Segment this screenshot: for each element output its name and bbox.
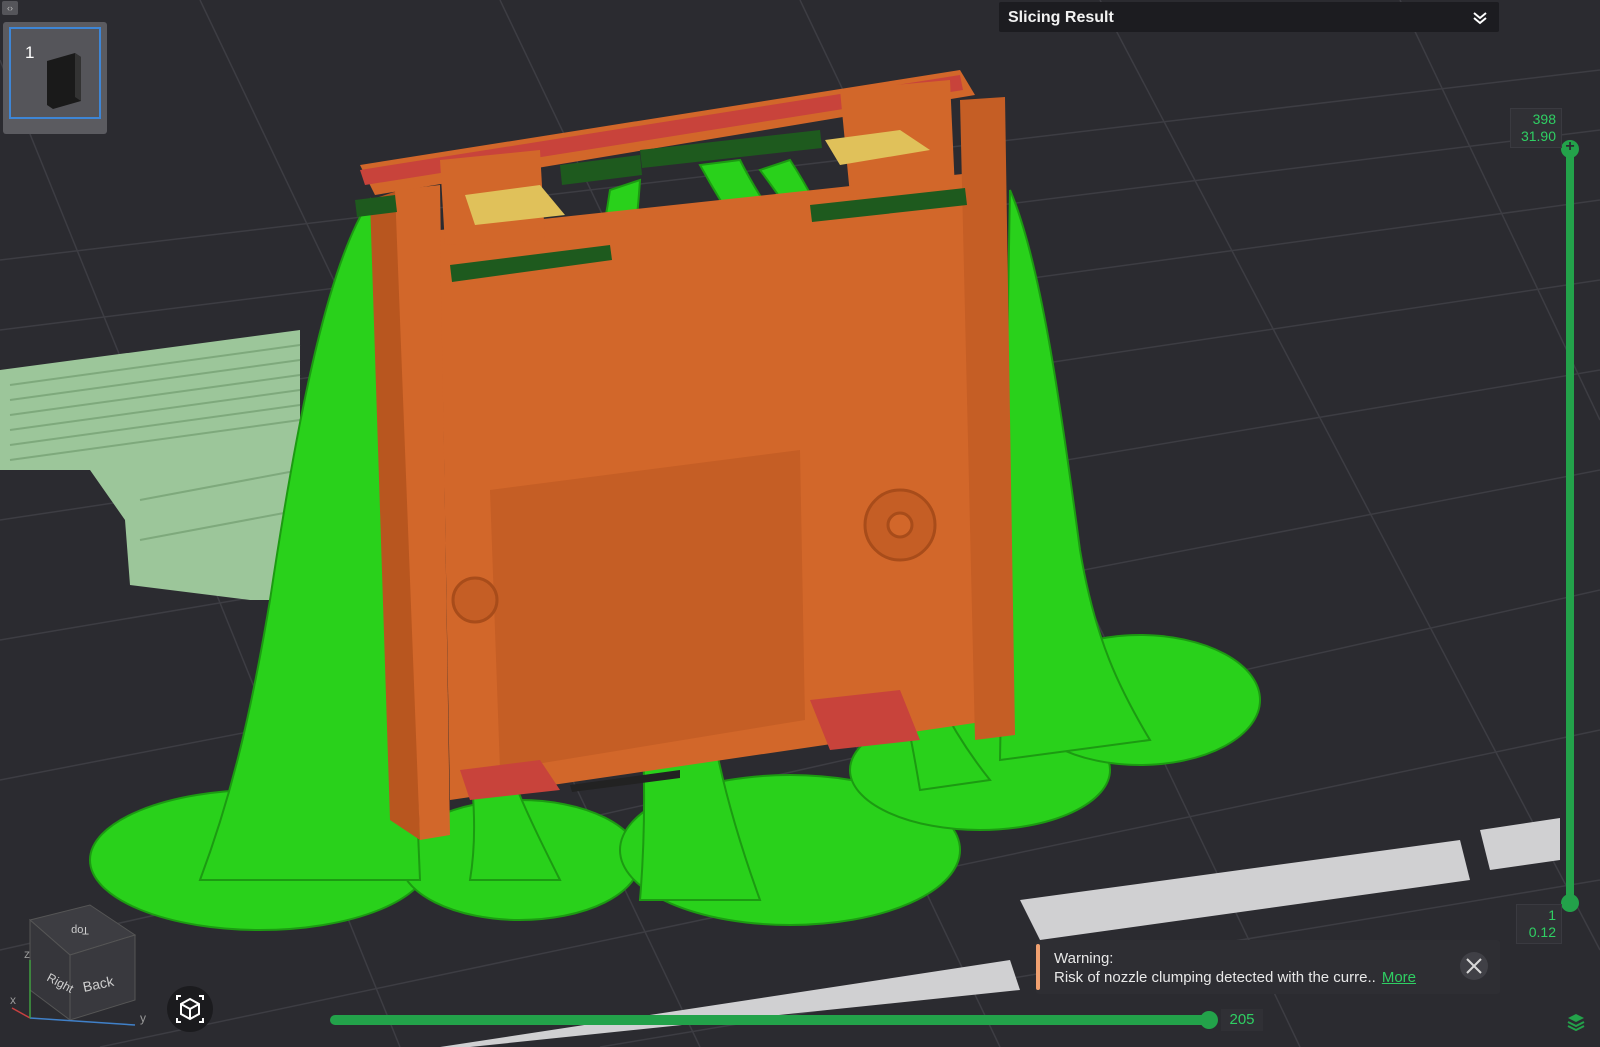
slicing-result-panel[interactable]: Slicing Result <box>999 2 1499 32</box>
plate-object-icon <box>47 53 81 109</box>
3d-viewport[interactable] <box>0 0 1600 1047</box>
axis-y-label: y <box>140 1011 146 1025</box>
plate-number: 1 <box>25 43 35 62</box>
other-plate-object <box>0 330 301 600</box>
layer-bottom-readout: 1 0.12 <box>1516 904 1562 944</box>
warning-title: Warning: <box>1054 950 1114 967</box>
view-cube-top-label[interactable]: Top <box>71 924 89 936</box>
plate-thumbnail-panel: 1 <box>3 22 107 134</box>
top-layer-height: 31.90 <box>1520 128 1556 144</box>
layer-top-readout: 398 31.90 <box>1510 108 1562 148</box>
slicing-result-title: Slicing Result <box>1008 9 1114 26</box>
warning-notification: Warning: Risk of nozzle clumping detecte… <box>1036 940 1500 994</box>
move-slider-handle[interactable] <box>1200 1011 1218 1029</box>
axis-x-label: x <box>10 993 16 1007</box>
layers-icon[interactable] <box>1566 1012 1586 1032</box>
layer-slider-top-handle[interactable] <box>1561 138 1579 158</box>
top-layer-number: 398 <box>1532 111 1556 127</box>
layer-slider-track[interactable] <box>1566 148 1574 903</box>
layer-slider-bottom-handle[interactable] <box>1561 894 1579 912</box>
plate-thumbnail[interactable]: 1 <box>9 27 101 119</box>
warning-message: Risk of nozzle clumping detected with th… <box>1054 969 1376 986</box>
bottom-layer-number: 1 <box>1548 907 1556 923</box>
bottom-layer-height: 0.12 <box>1528 924 1556 940</box>
close-icon[interactable] <box>1460 952 1488 980</box>
reset-camera-button[interactable] <box>167 986 213 1032</box>
cube-camera-icon <box>176 995 204 1023</box>
warning-more-link[interactable]: More <box>1382 969 1416 986</box>
axis-z-label: z <box>24 947 30 961</box>
warning-message-line: Risk of nozzle clumping detected with th… <box>1054 969 1416 986</box>
chevron-double-down-icon[interactable] <box>1471 9 1489 27</box>
printed-model <box>360 70 1015 840</box>
view-cube[interactable]: Top Right Back x y z <box>10 900 150 1030</box>
panel-collapse-toggle[interactable]: ‹› <box>2 1 18 15</box>
move-slider-track[interactable] <box>330 1015 1210 1025</box>
warning-accent-bar <box>1036 944 1040 990</box>
move-slider-value: 205 <box>1221 1009 1263 1031</box>
